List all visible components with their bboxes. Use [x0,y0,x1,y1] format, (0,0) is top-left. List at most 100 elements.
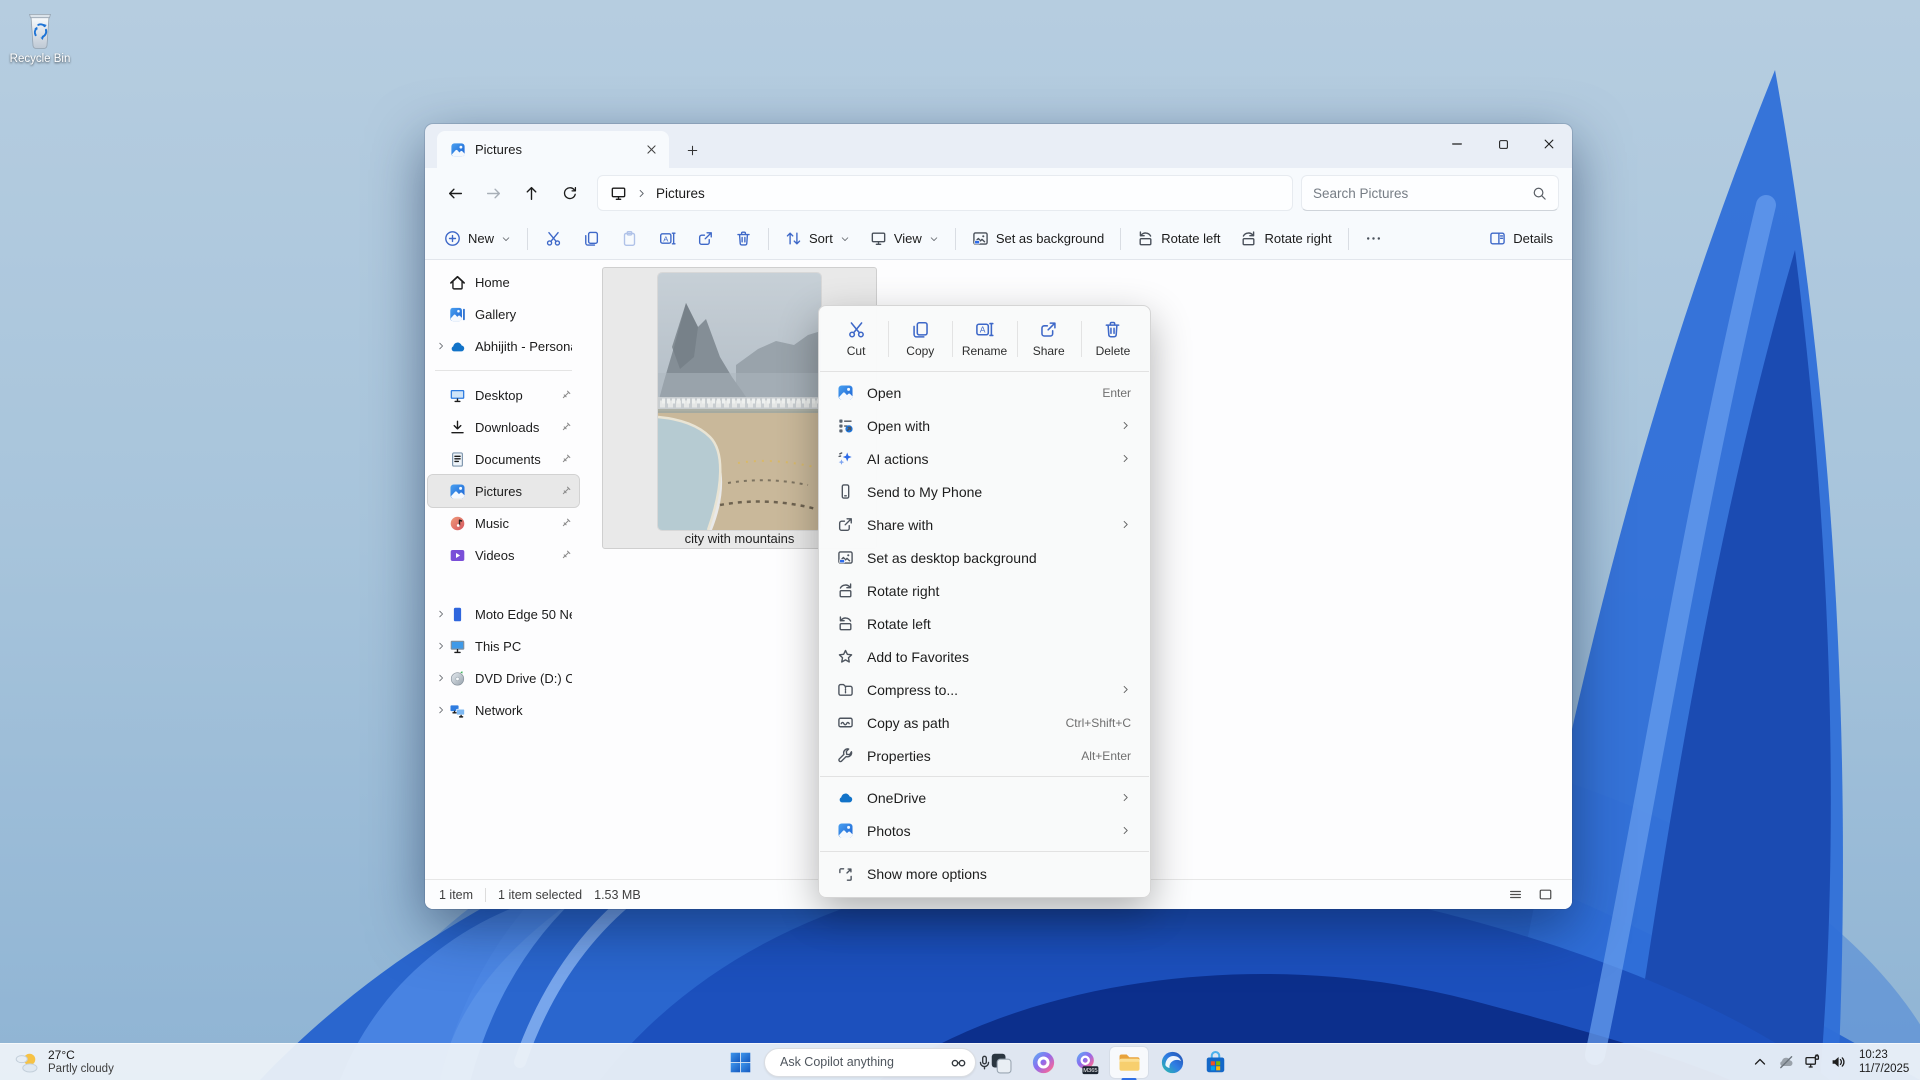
breadcrumb[interactable]: Pictures [597,175,1293,211]
sidebar-item-dvd-drive[interactable]: DVD Drive (D:) CCC [428,662,579,694]
copilot-search-box[interactable] [764,1048,976,1077]
search-input[interactable] [1313,186,1524,201]
expand-icon [837,866,854,883]
share-icon [1039,320,1058,339]
maximize-button[interactable] [1480,124,1526,164]
quick-share-button[interactable]: Share [1017,311,1081,367]
photo-icon [837,384,854,401]
menu-item-rotate-left[interactable]: Rotate left [823,607,1146,640]
close-window-button[interactable] [1526,124,1572,164]
sort-button[interactable]: Sort [776,222,859,255]
new-tab-button[interactable] [681,139,703,161]
ellipsis-icon [1365,230,1382,247]
sidebar-item-home[interactable]: Home [428,266,579,298]
m365-copilot-button[interactable] [1067,1047,1105,1078]
tray-chevron-up-icon[interactable] [1752,1054,1768,1070]
sidebar-item-this-pc[interactable]: This PC [428,630,579,662]
quick-rename-button[interactable]: Rename [952,311,1016,367]
sidebar-item-label: This PC [475,639,572,654]
delete-button[interactable] [725,222,761,255]
search-box[interactable] [1301,175,1559,211]
sidebar-item-downloads[interactable]: Downloads [428,411,579,443]
tab-pictures[interactable]: Pictures [437,131,669,168]
start-button[interactable] [721,1047,759,1078]
forward-button[interactable] [476,176,511,210]
breadcrumb-location[interactable]: Pictures [656,186,705,201]
task-view-button[interactable] [981,1047,1019,1078]
edge-button[interactable] [1153,1047,1191,1078]
sidebar-item-gallery[interactable]: Gallery [428,298,579,330]
sidebar-item-network[interactable]: Network [428,694,579,726]
copilot-button[interactable] [1024,1047,1062,1078]
menu-item-open-with[interactable]: Open with [823,409,1146,442]
thumbnail-view-button[interactable] [1533,884,1558,906]
list-view-button[interactable] [1503,884,1528,906]
minimize-button[interactable] [1434,124,1480,164]
new-button[interactable]: New [435,222,520,255]
microsoft-store-icon [1203,1050,1228,1075]
menu-item-send-to-my-phone[interactable]: Send to My Phone [823,475,1146,508]
menu-item-label: Show more options [867,866,987,882]
weather-condition: Partly cloudy [48,1062,114,1076]
trash-icon [1103,320,1122,339]
quick-cut-button[interactable]: Cut [824,311,888,367]
menu-divider [820,371,1149,372]
menu-item-share-with[interactable]: Share with [823,508,1146,541]
sidebar-item-videos[interactable]: Videos [428,539,579,571]
ethernet-network-icon[interactable] [1804,1054,1820,1070]
onedrive-paused-icon[interactable] [1778,1054,1794,1070]
onedrive-cloud-icon [837,789,854,806]
cut-icon [545,230,562,247]
microsoft-store-button[interactable] [1196,1047,1234,1078]
plus-icon [686,144,699,157]
more-options-button[interactable] [1356,222,1392,255]
menu-item-properties[interactable]: Properties Alt+Enter [823,739,1146,772]
sidebar-item-music[interactable]: Music [428,507,579,539]
menu-item-set-as-desktop-background[interactable]: Set as desktop background [823,541,1146,574]
chevron-down-icon [840,234,850,244]
menu-item-ai-actions[interactable]: AI actions [823,442,1146,475]
rotate-left-button[interactable]: Rotate left [1128,222,1229,255]
zip-folder-icon [837,681,854,698]
cut-button[interactable] [535,222,571,255]
rename-button[interactable] [649,222,685,255]
refresh-button[interactable] [552,176,587,210]
paste-button[interactable] [611,222,647,255]
menu-item-show-more-options[interactable]: Show more options [823,856,1146,892]
menu-item-copy-as-path[interactable]: Copy as path Ctrl+Shift+C [823,706,1146,739]
sidebar-item-documents[interactable]: Documents [428,443,579,475]
volume-icon[interactable] [1830,1054,1846,1070]
up-button[interactable] [514,176,549,210]
menu-item-add-to-favorites[interactable]: Add to Favorites [823,640,1146,673]
set-as-background-button[interactable]: Set as background [963,222,1113,255]
file-explorer-button[interactable] [1110,1047,1148,1078]
this-pc-icon [449,638,466,655]
menu-item-rotate-right[interactable]: Rotate right [823,574,1146,607]
menu-item-open[interactable]: Open Enter [823,376,1146,409]
quick-delete-button[interactable]: Delete [1081,311,1145,367]
menu-item-photos[interactable]: Photos [823,814,1146,847]
weather-widget[interactable]: 27°C Partly cloudy [4,1044,123,1080]
taskbar-clock[interactable]: 10:23 11/7/2025 [1859,1048,1909,1077]
menu-divider [820,776,1149,777]
menu-item-onedrive[interactable]: OneDrive [823,781,1146,814]
rotate-right-button[interactable]: Rotate right [1231,222,1340,255]
copilot-search-input[interactable] [780,1055,941,1069]
toolbar-separator [1120,228,1121,250]
sidebar-item-pictures[interactable]: Pictures [428,475,579,507]
tab-close-button[interactable] [641,140,661,160]
back-button[interactable] [438,176,473,210]
sidebar-item-desktop[interactable]: Desktop [428,379,579,411]
quick-copy-button[interactable]: Copy [888,311,952,367]
copy-button[interactable] [573,222,609,255]
sidebar-item-onedrive-personal[interactable]: Abhijith - Personal [428,330,579,362]
share-button[interactable] [687,222,723,255]
menu-item-compress-to[interactable]: Compress to... [823,673,1146,706]
sidebar-spacer [425,571,582,598]
recycle-bin-desktop-icon[interactable]: Recycle Bin [8,8,72,65]
selection-count: 1 item selected [498,888,582,902]
view-button[interactable]: View [861,222,948,255]
quick-action-label: Copy [906,344,934,358]
details-button[interactable]: Details [1480,222,1562,255]
sidebar-item-moto-edge-50-neo[interactable]: Moto Edge 50 Neo [428,598,579,630]
